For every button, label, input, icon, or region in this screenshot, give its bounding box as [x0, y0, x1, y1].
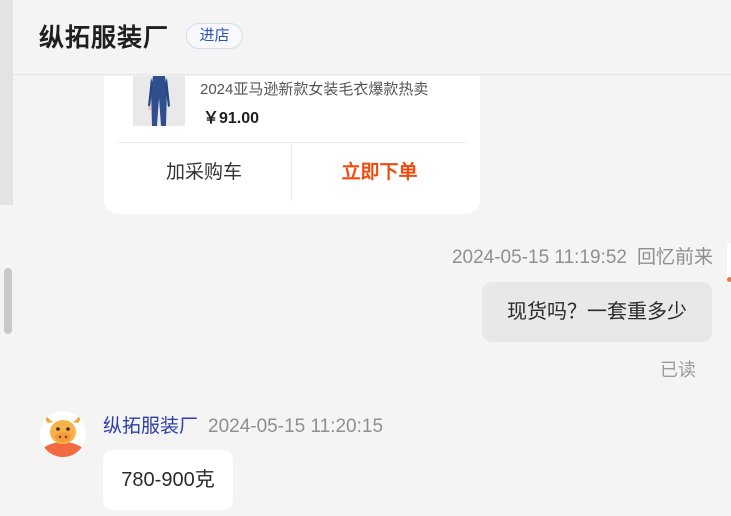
my-message-sender: 回忆前来	[636, 247, 713, 268]
product-card[interactable]: 2024亚马逊新款女装毛衣爆款热卖 ￥91.00 加采购车 立即下单	[104, 76, 480, 214]
add-to-cart-button[interactable]: 加采购车	[117, 143, 291, 203]
their-message-meta: 纵拓服装厂 2024-05-15 11:20:15	[103, 411, 383, 438]
side-panel-edge	[727, 243, 731, 283]
product-image[interactable]	[133, 76, 185, 126]
my-message-timestamp: 2024-05-15 11:19:52	[451, 247, 627, 268]
shop-avatar[interactable]	[40, 411, 86, 457]
their-message-bubble: 780-900克	[103, 450, 233, 510]
their-message-timestamp: 2024-05-15 11:20:15	[208, 416, 384, 437]
my-message-bubble: 现货吗？一套重多少	[482, 282, 712, 342]
read-status: 已读	[660, 360, 696, 380]
shop-name: 纵拓服装厂	[39, 24, 170, 52]
scrollbar-thumb[interactable]	[4, 268, 12, 334]
their-message-sender[interactable]: 纵拓服装厂	[103, 416, 198, 437]
buy-now-button[interactable]: 立即下单	[292, 143, 467, 203]
enter-shop-button[interactable]: 进店	[186, 23, 243, 49]
chat-header: 纵拓服装厂 进店	[13, 0, 731, 75]
product-title[interactable]: 2024亚马逊新款女装毛衣爆款热卖	[200, 78, 456, 99]
my-message-meta: 2024-05-15 11:19:52 回忆前来	[452, 242, 713, 269]
left-panel-edge	[0, 0, 13, 516]
left-panel-top	[0, 0, 13, 205]
product-price: ￥91.00	[203, 110, 260, 127]
